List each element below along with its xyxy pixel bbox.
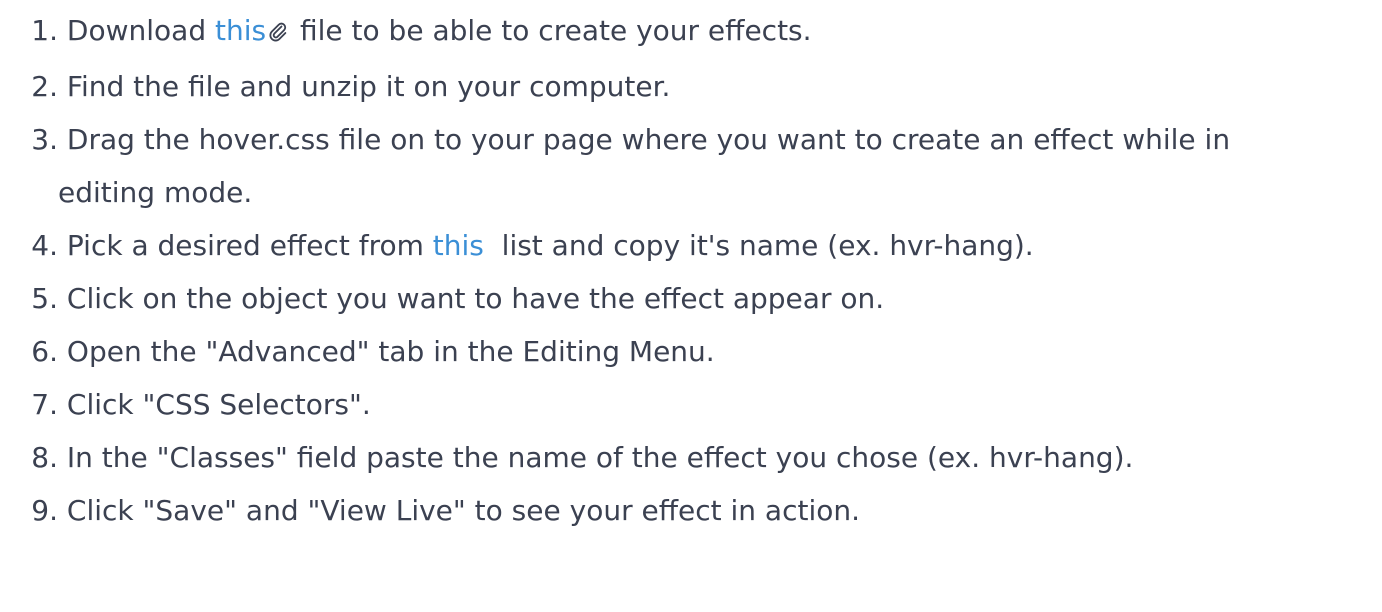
step-text: Pick a desired effect from this list and… bbox=[58, 219, 1308, 272]
step-text-content: In the "Classes" field paste the name of… bbox=[66, 441, 1134, 474]
step-3: 3. Drag the hover.css file on to your pa… bbox=[0, 113, 1382, 219]
effects-list-link[interactable]: this bbox=[433, 229, 484, 262]
step-text: In the "Classes" field paste the name of… bbox=[58, 431, 1308, 484]
instruction-list: 1. Download this file to be able to crea… bbox=[0, 4, 1382, 537]
step-9: 9. Click "Save" and "View Live" to see y… bbox=[0, 484, 1382, 537]
step-number: 5. bbox=[31, 282, 58, 315]
step-text: Download this file to be able to create … bbox=[58, 4, 1308, 60]
step-text: Click on the object you want to have the… bbox=[58, 272, 1308, 325]
step-1: 1. Download this file to be able to crea… bbox=[0, 4, 1382, 60]
step-text-content: Find the file and unzip it on your compu… bbox=[66, 70, 671, 103]
step-number: 2. bbox=[31, 70, 58, 103]
step-number: 9. bbox=[31, 494, 58, 527]
step-number: 1. bbox=[31, 14, 58, 47]
step-7: 7. Click "CSS Selectors". bbox=[0, 378, 1382, 431]
step-6: 6. Open the "Advanced" tab in the Editin… bbox=[0, 325, 1382, 378]
step-text-content: Click "CSS Selectors". bbox=[66, 388, 371, 421]
step-text-after: file to be able to create your effects. bbox=[291, 14, 812, 47]
step-text: Click "CSS Selectors". bbox=[58, 378, 1308, 431]
paperclip-icon bbox=[269, 7, 287, 60]
step-text: Open the "Advanced" tab in the Editing M… bbox=[58, 325, 1308, 378]
step-text-content: Click on the object you want to have the… bbox=[66, 282, 885, 315]
step-text-content: Click "Save" and "View Live" to see your… bbox=[66, 494, 861, 527]
step-text-content: Drag the hover.css file on to your page … bbox=[58, 123, 1231, 209]
download-file-link[interactable]: this bbox=[215, 14, 266, 47]
step-text-before: Pick a desired effect from bbox=[66, 229, 433, 262]
step-number: 6. bbox=[31, 335, 58, 368]
step-8: 8. In the "Classes" field paste the name… bbox=[0, 431, 1382, 484]
step-4: 4. Pick a desired effect from this list … bbox=[0, 219, 1382, 272]
step-5: 5. Click on the object you want to have … bbox=[0, 272, 1382, 325]
step-text-before: Download bbox=[66, 14, 215, 47]
step-number: 8. bbox=[31, 441, 58, 474]
step-text-after: list and copy it's name (ex. hvr-hang). bbox=[483, 229, 1034, 262]
step-text: Click "Save" and "View Live" to see your… bbox=[58, 484, 1308, 537]
step-2: 2. Find the file and unzip it on your co… bbox=[0, 60, 1382, 113]
step-text: Drag the hover.css file on to your page … bbox=[58, 113, 1238, 219]
step-text: Find the file and unzip it on your compu… bbox=[58, 60, 1308, 113]
step-number: 3. bbox=[31, 123, 58, 156]
step-text-content: Open the "Advanced" tab in the Editing M… bbox=[66, 335, 715, 368]
step-number: 4. bbox=[31, 229, 58, 262]
step-number: 7. bbox=[31, 388, 58, 421]
